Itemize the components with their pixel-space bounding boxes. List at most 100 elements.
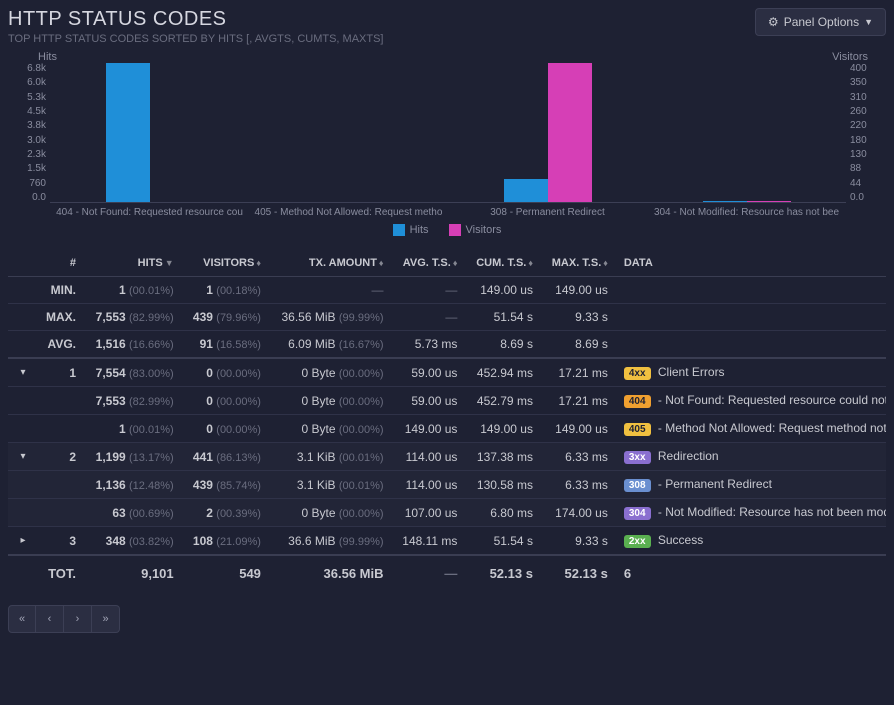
tx-cell: 0 Byte (00.00%) xyxy=(269,415,392,443)
expand-toggle xyxy=(8,471,38,499)
gear-icon: ⚙ xyxy=(768,15,779,29)
table-row: 63 (00.69%)2 (00.39%)0 Byte (00.00%)107.… xyxy=(8,499,886,527)
col-header[interactable]: HITS▼ xyxy=(84,250,182,277)
right-axis-label: Visitors xyxy=(832,51,868,63)
col-expand xyxy=(8,250,38,277)
status-badge: 308 xyxy=(624,479,651,492)
pager: «‹›» xyxy=(8,605,886,633)
sort-icon: ♦ xyxy=(256,258,261,268)
col-header[interactable]: CUM. T.S.♦ xyxy=(465,250,541,277)
hits-cell: 7,553 (82.99%) xyxy=(84,304,182,331)
col-header[interactable]: DATA xyxy=(616,250,886,277)
visitors-bar[interactable] xyxy=(747,201,791,202)
cum-cell: 51.54 s xyxy=(465,527,541,556)
tx-cell: 6.09 MiB (16.67%) xyxy=(269,331,392,359)
data-cell xyxy=(616,331,886,359)
x-axis-labels: 404 - Not Found: Requested resource cou4… xyxy=(50,203,846,218)
bar-group[interactable] xyxy=(647,63,846,202)
hits-cell: 1,516 (16.66%) xyxy=(84,331,182,359)
max-cell: 8.69 s xyxy=(541,331,616,359)
col-header[interactable]: MAX. T.S.♦ xyxy=(541,250,616,277)
hits-cell: 348 (03.82%) xyxy=(84,527,182,556)
max-cell: 17.21 ms xyxy=(541,358,616,387)
max-cell: 149.00 us xyxy=(541,415,616,443)
avg-cell: 59.00 us xyxy=(392,387,466,415)
hits-cell: 1,199 (13.17%) xyxy=(84,443,182,471)
bar-group[interactable] xyxy=(249,63,448,202)
hits-cell: 1 (00.01%) xyxy=(84,277,182,304)
status-badge: 3xx xyxy=(624,451,651,464)
cum-cell: 452.79 ms xyxy=(465,387,541,415)
expand-toggle xyxy=(8,415,38,443)
expand-toggle xyxy=(8,277,38,304)
data-cell: 404 - Not Found: Requested resource coul… xyxy=(616,387,886,415)
tx-cell: 0 Byte (00.00%) xyxy=(269,499,392,527)
legend-visitors[interactable]: Visitors xyxy=(449,224,502,236)
visitors-cell: 91 (16.58%) xyxy=(182,331,269,359)
sort-icon: ♦ xyxy=(603,258,608,268)
status-badge: 404 xyxy=(624,395,651,408)
tx-cell: 3.1 KiB (00.01%) xyxy=(269,471,392,499)
tx-cell: 0 Byte (00.00%) xyxy=(269,358,392,387)
bar-group[interactable] xyxy=(50,63,249,202)
col-header[interactable]: VISITORS♦ xyxy=(182,250,269,277)
pager-last[interactable]: » xyxy=(92,605,120,633)
cum-cell: 137.38 ms xyxy=(465,443,541,471)
max-cell: 9.33 s xyxy=(541,304,616,331)
col-header[interactable]: # xyxy=(38,250,84,277)
tx-cell: 3.1 KiB (00.01%) xyxy=(269,443,392,471)
hits-bar[interactable] xyxy=(106,63,150,202)
expand-toggle[interactable]: ▸ xyxy=(8,527,38,556)
chart-plot-area[interactable] xyxy=(50,63,846,203)
tx-cell: 36.56 MiB (99.99%) xyxy=(269,304,392,331)
hits-bar[interactable] xyxy=(703,201,747,202)
col-header[interactable]: TX. AMOUNT♦ xyxy=(269,250,392,277)
tx-cell: 0 Byte (00.00%) xyxy=(269,387,392,415)
hits-cell: 7,553 (82.99%) xyxy=(84,387,182,415)
page-subtitle: TOP HTTP STATUS CODES SORTED BY HITS [, … xyxy=(8,33,384,45)
chevron-down-icon: ▼ xyxy=(864,17,873,27)
expand-toggle[interactable]: ▾ xyxy=(8,443,38,471)
cum-cell: 130.58 ms xyxy=(465,471,541,499)
status-badge: 304 xyxy=(624,507,651,520)
avg-cell: 149.00 us xyxy=(392,415,466,443)
data-cell xyxy=(616,277,886,304)
status-chart: Hits Visitors 6.8k6.0k5.3k4.5k3.8k3.0k2.… xyxy=(8,63,886,236)
max-cell: 17.21 ms xyxy=(541,387,616,415)
cum-cell: 6.80 ms xyxy=(465,499,541,527)
col-header[interactable]: AVG. T.S.♦ xyxy=(392,250,466,277)
visitors-swatch xyxy=(449,224,461,236)
sort-icon: ♦ xyxy=(379,258,384,268)
hits-cell: 1,136 (12.48%) xyxy=(84,471,182,499)
legend-hits[interactable]: Hits xyxy=(393,224,429,236)
pager-prev[interactable]: ‹ xyxy=(36,605,64,633)
x-label: 308 - Permanent Redirect xyxy=(448,203,647,218)
panel-options-button[interactable]: ⚙ Panel Options ▼ xyxy=(755,8,886,36)
row-index: 1 xyxy=(38,358,84,387)
sort-icon: ♦ xyxy=(453,258,458,268)
status-badge: 4xx xyxy=(624,367,651,380)
status-badge: 405 xyxy=(624,423,651,436)
expand-toggle[interactable]: ▾ xyxy=(8,358,38,387)
row-index xyxy=(38,415,84,443)
left-axis-label: Hits xyxy=(38,51,57,63)
row-index: 2 xyxy=(38,443,84,471)
visitors-cell: 0 (00.00%) xyxy=(182,415,269,443)
status-badge: 2xx xyxy=(624,535,651,548)
visitors-cell: 441 (86.13%) xyxy=(182,443,269,471)
x-label: 404 - Not Found: Requested resource cou xyxy=(50,203,249,218)
hits-bar[interactable] xyxy=(504,179,548,202)
pager-first[interactable]: « xyxy=(8,605,36,633)
table-row: 7,553 (82.99%)0 (00.00%)0 Byte (00.00%)5… xyxy=(8,387,886,415)
visitors-bar[interactable] xyxy=(548,63,592,202)
visitors-cell: 439 (85.74%) xyxy=(182,471,269,499)
bar-group[interactable] xyxy=(448,63,647,202)
table-row: ▾17,554 (83.00%)0 (00.00%)0 Byte (00.00%… xyxy=(8,358,886,387)
expand-toggle xyxy=(8,387,38,415)
sort-icon: ♦ xyxy=(528,258,533,268)
tx-cell: 36.6 MiB (99.99%) xyxy=(269,527,392,556)
x-label: 304 - Not Modified: Resource has not bee xyxy=(647,203,846,218)
expand-toggle xyxy=(8,499,38,527)
max-cell: 6.33 ms xyxy=(541,471,616,499)
pager-next[interactable]: › xyxy=(64,605,92,633)
